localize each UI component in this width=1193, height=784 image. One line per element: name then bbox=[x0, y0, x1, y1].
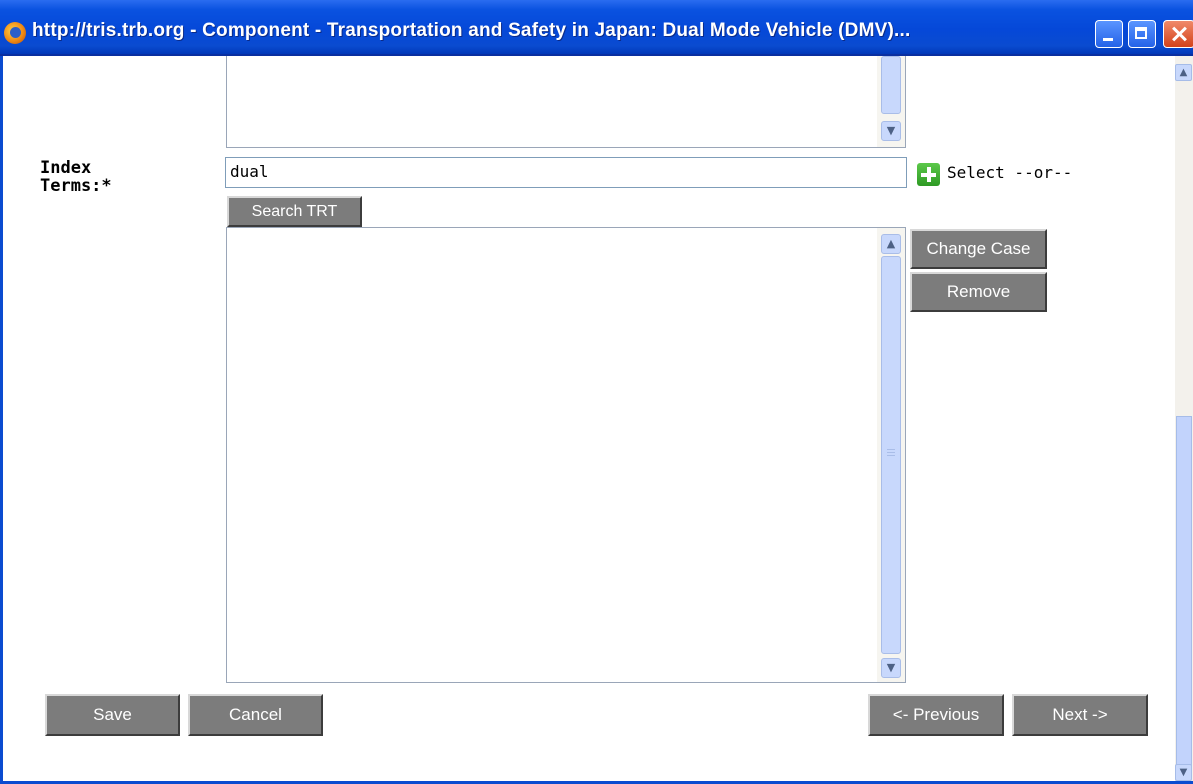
terms-list-scrollbar[interactable]: ▲ ▼ bbox=[877, 228, 905, 682]
add-term-icon[interactable] bbox=[917, 163, 940, 186]
window-scrollbar[interactable]: ▲ ▼ bbox=[1175, 56, 1193, 784]
window-scroll-thumb[interactable] bbox=[1176, 416, 1192, 766]
terms-scroll-thumb[interactable] bbox=[881, 256, 901, 654]
window-title: http://tris.trb.org - Component - Transp… bbox=[32, 20, 911, 41]
index-label-line1: Index bbox=[40, 158, 92, 178]
index-terms-label: Index Terms:* bbox=[40, 159, 112, 195]
abstract-scroll-thumb[interactable] bbox=[881, 56, 901, 114]
terms-scroll-down-icon[interactable]: ▼ bbox=[881, 658, 901, 678]
maximize-button[interactable] bbox=[1128, 20, 1156, 48]
firefox-icon bbox=[4, 22, 26, 44]
abstract-textarea[interactable]: ▼ bbox=[226, 56, 906, 148]
minimize-button[interactable] bbox=[1095, 20, 1123, 48]
previous-button[interactable]: <- Previous bbox=[868, 694, 1004, 736]
index-terms-list[interactable]: ▲ ▼ bbox=[226, 227, 906, 683]
window-scroll-down-icon[interactable]: ▼ bbox=[1175, 764, 1192, 781]
abstract-scrollbar[interactable]: ▼ bbox=[877, 56, 905, 147]
next-button[interactable]: Next -> bbox=[1012, 694, 1148, 736]
terms-scroll-up-icon[interactable]: ▲ bbox=[881, 234, 901, 254]
cancel-button[interactable]: Cancel bbox=[188, 694, 323, 736]
abstract-scroll-down-icon[interactable]: ▼ bbox=[881, 121, 901, 141]
index-terms-input[interactable]: dual bbox=[225, 157, 907, 188]
close-button[interactable] bbox=[1163, 20, 1193, 48]
window-titlebar: http://tris.trb.org - Component - Transp… bbox=[0, 0, 1193, 56]
index-label-line2: Terms:* bbox=[40, 176, 112, 196]
window-left-border bbox=[0, 56, 3, 784]
window-scroll-up-icon[interactable]: ▲ bbox=[1175, 64, 1192, 81]
select-link[interactable]: Select --or-- bbox=[947, 163, 1072, 182]
grip-icon bbox=[887, 449, 895, 450]
search-trt-button[interactable]: Search TRT bbox=[227, 196, 362, 227]
remove-button[interactable]: Remove bbox=[910, 272, 1047, 312]
save-button[interactable]: Save bbox=[45, 694, 180, 736]
change-case-button[interactable]: Change Case bbox=[910, 229, 1047, 269]
